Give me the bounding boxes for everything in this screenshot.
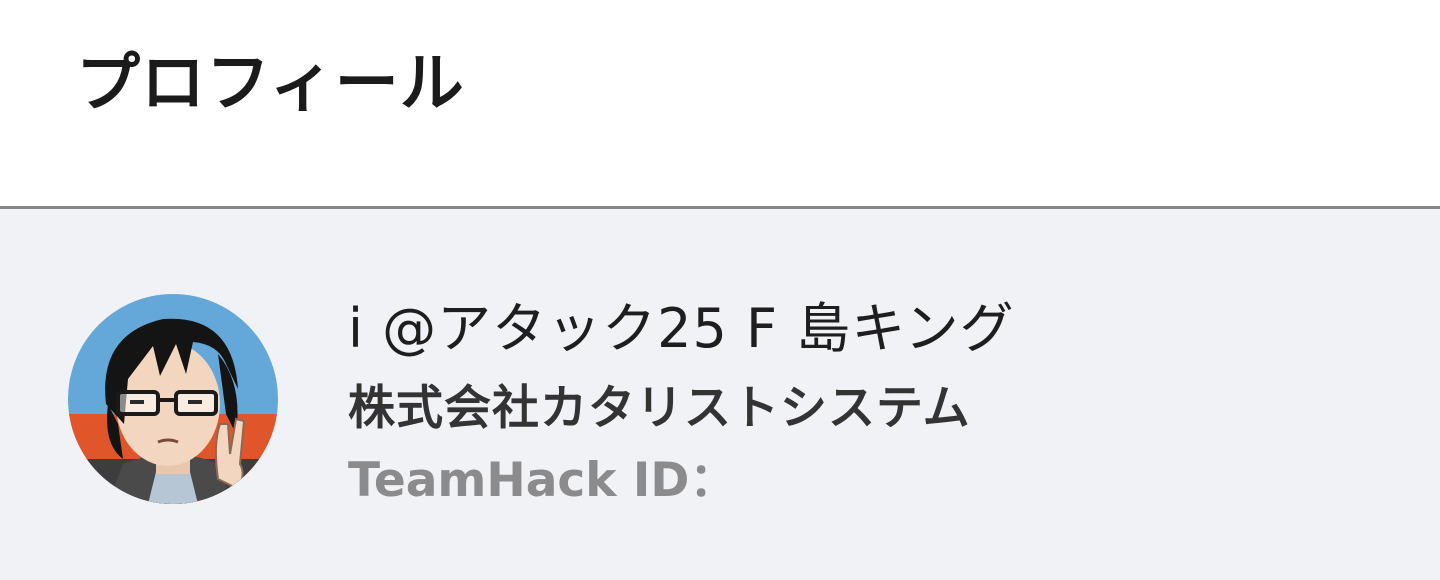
page-title: プロフィール [76, 47, 465, 121]
avatar[interactable] [68, 294, 278, 504]
profile-card: i @アタック25 F 島キング 株式会社カタリストシステム TeamHack … [0, 209, 1440, 580]
avatar-illustration-icon [68, 294, 278, 504]
profile-header: プロフィール [0, 0, 1440, 209]
user-display-name: i @アタック25 F 島キング [348, 297, 1015, 360]
teamhack-id-value [742, 462, 852, 506]
company-name: 株式会社カタリストシステム [348, 381, 971, 436]
teamhack-id-label: TeamHack ID： [348, 453, 737, 508]
teamhack-id-row: TeamHack ID： [348, 453, 852, 509]
